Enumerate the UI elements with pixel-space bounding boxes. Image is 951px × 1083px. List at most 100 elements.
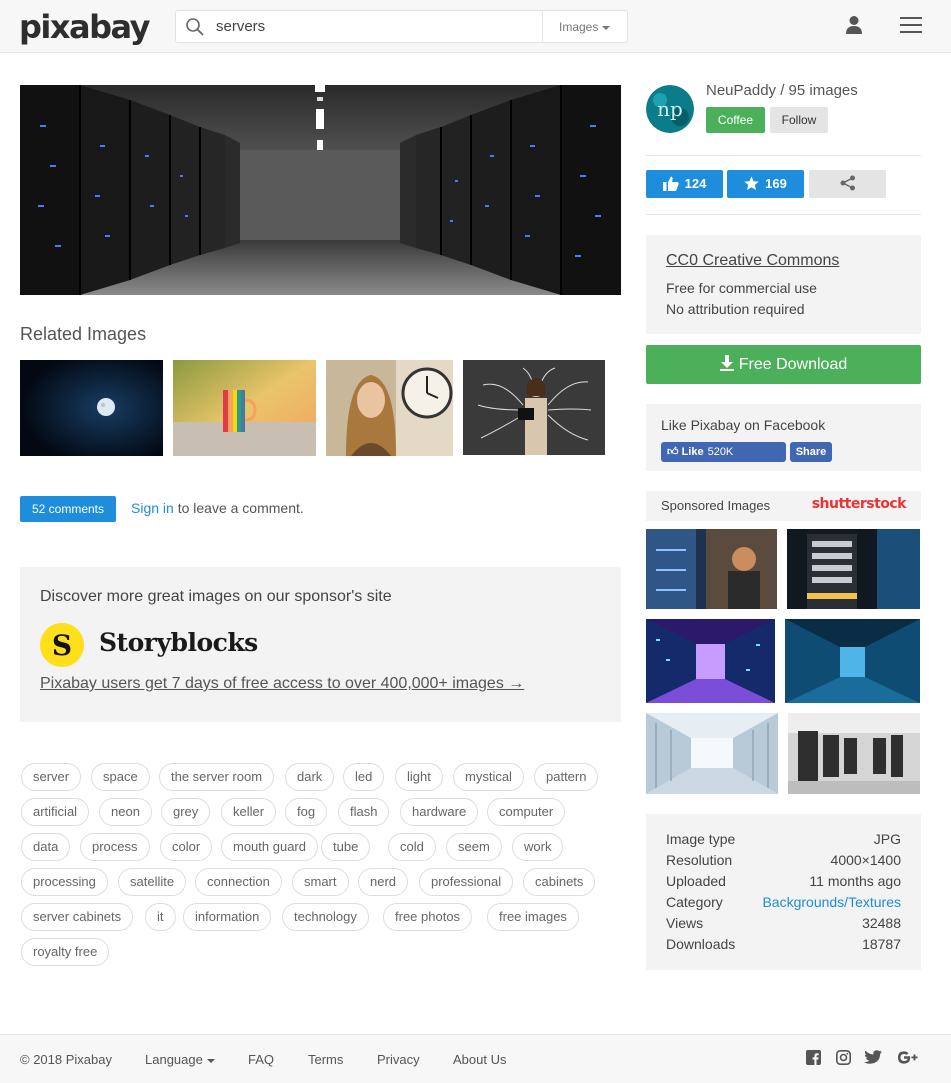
tag[interactable]: work	[512, 833, 564, 861]
tag[interactable]: tube	[321, 833, 371, 861]
main-image[interactable]	[20, 85, 621, 295]
shutterstock-logo[interactable]: shutterstock	[812, 496, 907, 512]
tag[interactable]: cabinets	[523, 868, 596, 896]
info-value: 4000×1400	[830, 852, 901, 868]
author-name[interactable]: NeuPaddy / 95 images	[706, 82, 858, 99]
sponsored-image[interactable]	[787, 529, 920, 609]
facebook-share-button[interactable]: Share	[790, 442, 832, 462]
share-icon	[840, 175, 855, 191]
sponsored-image[interactable]	[646, 619, 775, 703]
favorite-button[interactable]: 169	[727, 170, 804, 198]
tag[interactable]: server	[21, 763, 82, 791]
tag[interactable]: flash	[338, 798, 390, 826]
tag[interactable]: mystical	[453, 763, 524, 791]
tag[interactable]: smart	[292, 868, 349, 896]
sponsor-link[interactable]: Pixabay users get 7 days of free access …	[40, 675, 524, 693]
facebook-like-label: Like	[681, 446, 704, 458]
language-dropdown[interactable]: Language	[145, 1052, 215, 1067]
tag[interactable]: hardware	[400, 798, 479, 826]
twitter-icon[interactable]	[864, 1050, 882, 1065]
tag[interactable]: free images	[487, 903, 579, 931]
tag[interactable]: fog	[285, 798, 328, 826]
tag[interactable]: royalty free	[21, 938, 110, 966]
search-icon[interactable]	[186, 18, 204, 36]
coffee-button[interactable]: Coffee	[706, 107, 765, 133]
tag[interactable]: grey	[161, 798, 211, 826]
related-images-title: Related Images	[20, 324, 147, 344]
tag[interactable]: technology	[282, 903, 369, 931]
info-label: Uploaded	[666, 873, 726, 889]
info-label: Image type	[666, 831, 736, 847]
privacy-link[interactable]: Privacy	[377, 1052, 420, 1067]
storyblocks-name[interactable]: Storyblocks	[99, 628, 258, 657]
tag[interactable]: server cabinets	[21, 903, 134, 931]
tag[interactable]: satellite	[118, 868, 187, 896]
tag[interactable]: space	[91, 763, 150, 791]
tag[interactable]: data	[21, 833, 71, 861]
share-button[interactable]	[809, 170, 886, 198]
facebook-like-count: 520K	[707, 446, 734, 458]
tag[interactable]: dark	[285, 763, 335, 791]
tag[interactable]: color	[160, 833, 213, 861]
like-button[interactable]: 124	[646, 170, 723, 198]
sponsored-image[interactable]	[788, 713, 920, 794]
signin-link[interactable]: Sign in	[131, 500, 174, 516]
copyright: © 2018 Pixabay	[20, 1052, 112, 1067]
user-icon[interactable]	[845, 15, 863, 35]
tag[interactable]: computer	[487, 798, 566, 826]
category-link[interactable]: Backgrounds/Textures	[762, 894, 901, 910]
tag[interactable]: mouth guard	[221, 833, 318, 861]
tag[interactable]: connection	[195, 868, 282, 896]
image-info-box: Image type JPG Resolution 4000×1400 Upload…	[646, 814, 921, 970]
sponsored-image[interactable]	[646, 529, 777, 609]
like-count: 124	[684, 176, 707, 191]
star-icon	[744, 176, 759, 190]
tag[interactable]: nerd	[358, 868, 409, 896]
tag[interactable]: information	[183, 903, 272, 931]
info-row-category: Category Backgrounds/Textures	[666, 894, 901, 915]
tag[interactable]: cold	[388, 833, 436, 861]
tag[interactable]: the server room	[159, 763, 275, 791]
info-value: 32488	[862, 915, 901, 931]
about-us-link[interactable]: About Us	[453, 1052, 506, 1067]
free-download-button[interactable]: Free Download	[646, 345, 921, 384]
search-input[interactable]	[216, 11, 536, 42]
tag[interactable]: keller	[221, 798, 277, 826]
info-row-type: Image type JPG	[666, 831, 901, 852]
tag[interactable]: process	[80, 833, 150, 861]
follow-button[interactable]: Follow	[770, 107, 828, 133]
tag[interactable]: seem	[446, 833, 502, 861]
search-box: Images	[175, 10, 628, 43]
related-image-business-woman[interactable]	[463, 360, 605, 455]
sponsored-image[interactable]	[646, 713, 778, 794]
license-title[interactable]: CC0 Creative Commons	[666, 252, 839, 270]
signin-prompt: Sign in to leave a comment.	[131, 500, 304, 516]
related-image-mug[interactable]	[173, 360, 316, 456]
search-type-dropdown[interactable]: Images	[542, 11, 628, 42]
google-plus-icon[interactable]	[897, 1050, 918, 1065]
facebook-like-button[interactable]: 👍︎ Like 520K	[661, 442, 786, 462]
related-image-woman-clock[interactable]	[326, 360, 453, 456]
storyblocks-logo-icon[interactable]: S	[40, 623, 84, 667]
facebook-icon[interactable]	[806, 1050, 821, 1065]
tag[interactable]: free photos	[383, 903, 473, 931]
pixabay-logo[interactable]: pixabay	[19, 8, 150, 46]
faq-link[interactable]: FAQ	[248, 1052, 274, 1067]
tag[interactable]: light	[395, 763, 443, 791]
comments-button[interactable]: 52 comments	[20, 496, 116, 522]
info-label: Downloads	[666, 936, 736, 952]
tag[interactable]: pattern	[534, 763, 599, 791]
tag[interactable]: professional	[419, 868, 514, 896]
tag[interactable]: neon	[99, 798, 152, 826]
instagram-icon[interactable]	[836, 1050, 851, 1065]
related-image-moon[interactable]	[20, 360, 163, 456]
info-label: Resolution	[666, 852, 733, 868]
tag[interactable]: artificial	[21, 798, 90, 826]
tag[interactable]: it	[145, 903, 176, 931]
tag[interactable]: led	[343, 763, 385, 791]
terms-link[interactable]: Terms	[308, 1052, 343, 1067]
tag[interactable]: processing	[21, 868, 108, 896]
author-avatar[interactable]: np	[646, 85, 694, 133]
menu-icon[interactable]	[900, 16, 922, 34]
sponsored-image[interactable]	[785, 619, 920, 703]
